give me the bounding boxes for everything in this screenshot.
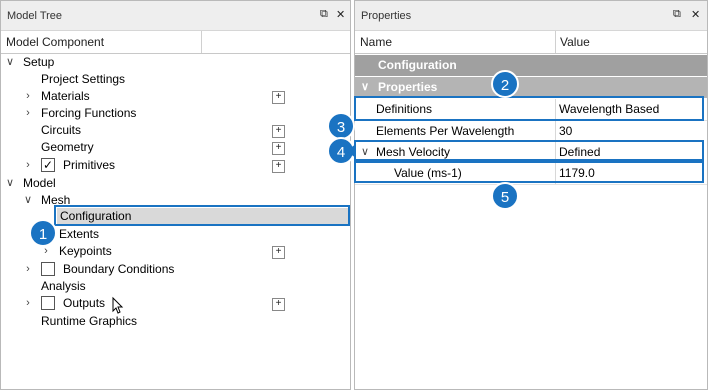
- tree-item-label: Project Settings: [41, 72, 126, 86]
- tree-item-label: Model: [23, 176, 56, 190]
- definitions-highlight: [354, 96, 704, 121]
- add-button[interactable]: +: [272, 142, 285, 155]
- value-column-header[interactable]: Value: [560, 35, 590, 49]
- tree-item-geometry[interactable]: Geometry +: [1, 139, 301, 156]
- tree-item-label: Analysis: [41, 279, 86, 293]
- tree-item-label: Keypoints: [59, 244, 112, 258]
- tree-item-label: Circuits: [41, 123, 82, 137]
- visibility-checkbox[interactable]: [41, 262, 55, 276]
- section-configuration: Configuration: [355, 55, 707, 76]
- column-divider: [555, 121, 556, 142]
- mouse-cursor-icon: [112, 296, 124, 314]
- section-properties[interactable]: ∨ Properties: [355, 77, 707, 98]
- callout-3: 3: [327, 112, 355, 140]
- chevron-down-icon[interactable]: ∨: [358, 77, 372, 94]
- close-icon[interactable]: ✕: [691, 8, 700, 21]
- configuration-highlight: [54, 205, 350, 226]
- callout-5: 5: [491, 182, 519, 210]
- callout-4-pointer-icon: [346, 144, 356, 158]
- mesh-velocity-highlight: [354, 140, 704, 161]
- value-highlight: [354, 161, 704, 183]
- tree-item-materials[interactable]: › Materials +: [1, 88, 301, 105]
- tree-item-label: Materials: [41, 89, 90, 103]
- property-value[interactable]: 30: [559, 121, 572, 142]
- model-tree-header: Model Component: [1, 31, 350, 54]
- model-component-header[interactable]: Model Component: [6, 35, 104, 49]
- chevron-right-icon[interactable]: ›: [21, 105, 35, 122]
- callout-2: 2: [491, 70, 519, 98]
- add-button[interactable]: +: [272, 125, 285, 138]
- tree-item-label: Extents: [59, 227, 100, 241]
- tree-item-label: Geometry: [41, 140, 94, 154]
- add-button[interactable]: +: [272, 246, 285, 259]
- header-divider: [201, 31, 202, 53]
- properties-title: Properties: [361, 10, 412, 22]
- add-button[interactable]: +: [272, 91, 285, 104]
- section-label: Properties: [378, 80, 438, 94]
- float-window-icon[interactable]: ⧉: [320, 8, 328, 21]
- visibility-checkbox[interactable]: ✓: [41, 158, 55, 172]
- section-label: Configuration: [378, 58, 457, 72]
- model-tree-titlebar: Model Tree ⧉ ✕: [1, 1, 350, 31]
- chevron-down-icon[interactable]: ∨: [3, 175, 17, 192]
- chevron-down-icon[interactable]: ∨: [21, 192, 35, 209]
- model-tree-panel: Model Tree ⧉ ✕ Model Component ∨ Setup P…: [0, 0, 351, 390]
- tree-item-label: Forcing Functions: [41, 106, 137, 120]
- properties-body: Name Value Configuration ∨ Properties De…: [355, 31, 707, 389]
- model-tree-title: Model Tree: [7, 10, 63, 22]
- chevron-right-icon[interactable]: ›: [21, 261, 35, 278]
- header-divider: [555, 31, 556, 53]
- close-icon[interactable]: ✕: [336, 8, 345, 21]
- add-button[interactable]: +: [272, 160, 285, 173]
- properties-header: Name Value: [355, 31, 707, 54]
- tree-item-label: Outputs: [63, 296, 106, 310]
- property-name: Elements Per Wavelength: [376, 124, 515, 138]
- callout-1: 1: [29, 219, 57, 247]
- chevron-right-icon[interactable]: ›: [21, 157, 35, 174]
- chevron-right-icon[interactable]: ›: [21, 295, 35, 312]
- tree-item-label: Boundary Conditions: [63, 262, 175, 276]
- properties-titlebar: Properties ⧉ ✕: [355, 1, 707, 31]
- properties-panel: Properties ⧉ ✕ Name Value Configuration …: [354, 0, 708, 390]
- float-window-icon[interactable]: ⧉: [673, 8, 681, 21]
- chevron-down-icon[interactable]: ∨: [3, 54, 17, 71]
- visibility-checkbox[interactable]: [41, 296, 55, 310]
- tree-item-primitives[interactable]: › ✓ Primitives +: [1, 157, 301, 174]
- chevron-right-icon[interactable]: ›: [21, 88, 35, 105]
- add-button[interactable]: +: [272, 298, 285, 311]
- tree-item-label: Setup: [23, 55, 55, 69]
- tree-item-outputs[interactable]: › Outputs +: [1, 295, 301, 312]
- tree-item-label: Primitives: [63, 158, 116, 172]
- name-column-header[interactable]: Name: [360, 35, 392, 49]
- tree-item-circuits[interactable]: Circuits +: [1, 122, 301, 139]
